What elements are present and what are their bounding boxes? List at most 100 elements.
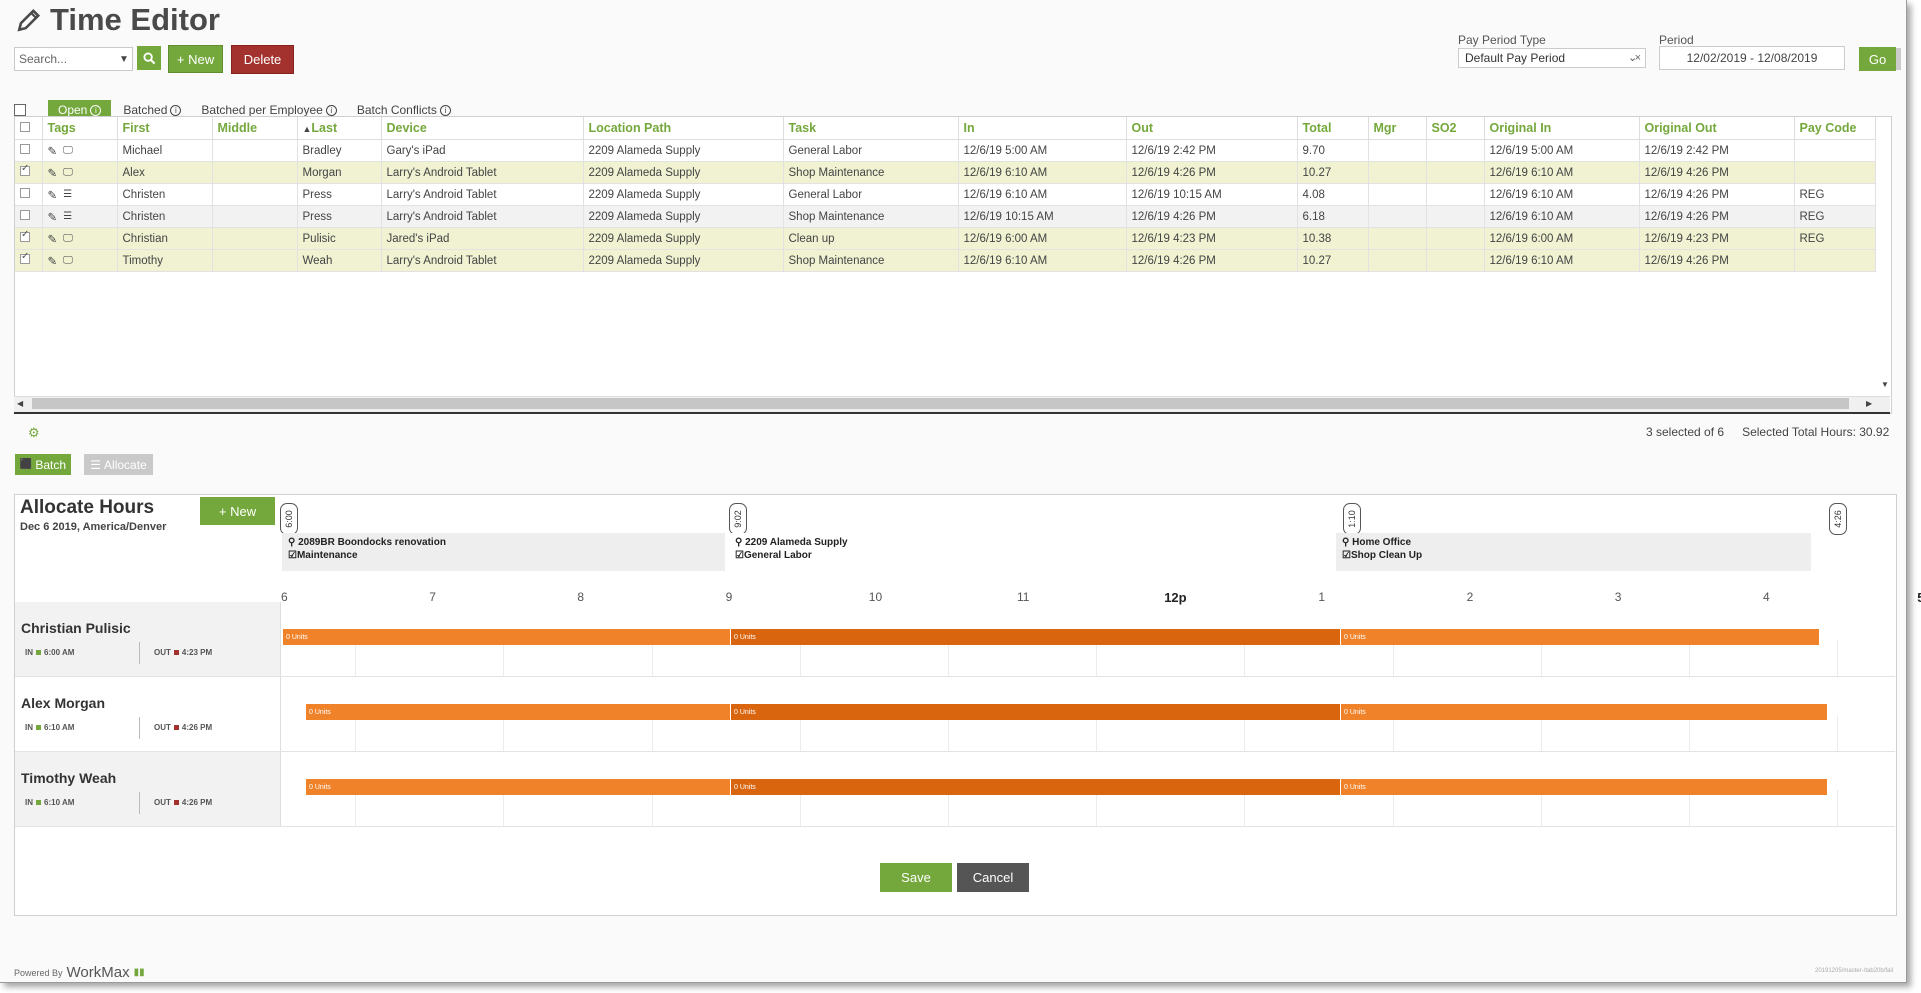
row-select-cell[interactable] — [15, 183, 43, 206]
row-select-cell[interactable] — [15, 227, 43, 250]
table-row[interactable]: ✎🖵TimothyWeahLarry's Android Tablet2209 … — [15, 249, 1876, 272]
location-pin-icon: ⚲ — [735, 537, 743, 548]
scrollbar-thumb[interactable] — [32, 398, 1849, 409]
column-header-so2[interactable]: SO2 — [1426, 117, 1485, 140]
column-header-mgr[interactable]: Mgr — [1368, 117, 1427, 140]
segment-card[interactable]: ⚲ 2089BR Boondocks renovation ☑Maintenan… — [282, 533, 725, 571]
clock-out: OUT 4:26 PM — [154, 798, 212, 807]
allocation-bar[interactable]: 0 Units — [306, 779, 730, 795]
scroll-left-icon[interactable]: ◀ — [17, 399, 23, 408]
go-button[interactable]: Go — [1859, 47, 1896, 71]
chevron-down-icon[interactable]: ⌄ — [1628, 51, 1637, 64]
allocation-bar[interactable]: 0 Units — [1341, 779, 1827, 795]
scroll-down-icon[interactable]: ▼ — [1881, 380, 1889, 389]
period-field[interactable]: 12/02/2019 - 12/08/2019 — [1659, 46, 1845, 70]
column-header-in[interactable]: In — [958, 117, 1127, 140]
allocation-bar[interactable]: 0 Units — [731, 704, 1340, 720]
pay-period-type-label: Pay Period Type — [1458, 33, 1546, 47]
row-checkbox[interactable] — [20, 251, 30, 264]
employee-row: Alex Morgan IN 6:10 AM OUT 4:26 PM 0 Units 0 U… — [15, 677, 1895, 752]
gear-icon[interactable]: ⚙ — [28, 425, 40, 441]
column-header-location-path[interactable]: Location Path — [583, 117, 784, 140]
time-marker[interactable]: 4:26 — [1829, 503, 1847, 535]
cell-out: 12/6/19 4:26 PM — [1126, 249, 1298, 272]
time-marker[interactable]: 1:10 — [1343, 503, 1361, 535]
column-header-tags[interactable]: Tags — [42, 117, 118, 140]
edit-icon[interactable]: ✎ — [48, 232, 58, 246]
delete-button[interactable]: Delete — [231, 45, 294, 74]
scroll-right-icon[interactable]: ▶ — [1866, 399, 1872, 408]
page-scrollbar[interactable] — [1896, 48, 1901, 70]
allocate-new-button[interactable]: + New — [200, 497, 275, 525]
allocation-icon: ☰ — [63, 211, 73, 222]
allocation-bar[interactable]: 0 Units — [1341, 704, 1827, 720]
column-header-original-out[interactable]: Original Out — [1639, 117, 1795, 140]
tags-cell: ✎ ☰ — [42, 205, 118, 228]
row-select-cell[interactable] — [15, 161, 43, 184]
table-row[interactable]: ✎🖵AlexMorganLarry's Android Tablet2209 A… — [15, 161, 1876, 184]
employee-info: Timothy Weah IN 6:10 AM OUT 4:26 PM — [15, 752, 281, 826]
column-header-first[interactable]: First — [117, 117, 213, 140]
column-header-pay-code[interactable]: Pay Code — [1794, 117, 1876, 140]
cell-out: 12/6/19 4:26 PM — [1126, 161, 1298, 184]
allocation-bar[interactable]: 0 Units — [731, 629, 1340, 645]
edit-icon[interactable]: ✎ — [48, 210, 58, 224]
row-select-cell[interactable] — [15, 139, 43, 162]
column-header-total[interactable]: Total — [1297, 117, 1369, 140]
column-header-last[interactable]: ▲Last — [297, 117, 382, 140]
edit-icon[interactable]: ✎ — [48, 188, 58, 202]
row-checkbox[interactable] — [20, 229, 30, 242]
select-all-header[interactable] — [15, 117, 43, 140]
table-row[interactable]: ✎ ☰ Christen Press Larry's Android Tablet 220… — [15, 183, 1876, 206]
cell-orig-out: 12/6/19 4:26 PM — [1639, 249, 1795, 272]
cell-first: Christian — [117, 227, 213, 250]
segment-card[interactable]: ⚲ Home Office ☑Shop Clean Up — [1336, 533, 1811, 571]
cell-pay-code: REG — [1794, 205, 1876, 228]
save-button[interactable]: Save — [880, 863, 952, 892]
cell-last: Weah — [297, 249, 382, 272]
column-header-out[interactable]: Out — [1126, 117, 1298, 140]
column-menu-icon[interactable] — [14, 104, 26, 116]
table-row[interactable]: ✎🖵ChristianPulisicJared's iPad2209 Alame… — [15, 227, 1876, 250]
time-marker[interactable]: 6:00 — [280, 503, 298, 535]
allocation-bar[interactable]: 0 Units — [1341, 629, 1819, 645]
edit-icon[interactable]: ✎ — [48, 166, 58, 180]
time-marker[interactable]: 9:02 — [729, 503, 747, 535]
row-select-cell[interactable] — [15, 205, 43, 228]
cell-orig-in: 12/6/19 5:00 AM — [1484, 139, 1640, 162]
new-button[interactable]: + New — [168, 45, 223, 73]
employee-name: Timothy Weah — [21, 770, 117, 786]
batch-button[interactable]: ⬛ Batch — [15, 454, 71, 475]
column-header-device[interactable]: Device — [381, 117, 584, 140]
segment-card[interactable]: ⚲ 2209 Alameda Supply ☑General Labor — [729, 533, 1339, 571]
cancel-button[interactable]: Cancel — [957, 863, 1029, 892]
segment-location-label: 2089BR Boondocks renovation — [298, 537, 446, 548]
cell-first: Alex — [117, 161, 213, 184]
column-header-task[interactable]: Task — [783, 117, 959, 140]
select-all-checkbox[interactable] — [20, 122, 30, 132]
column-header-original-in[interactable]: Original In — [1484, 117, 1640, 140]
cell-orig-in: 12/6/19 6:10 AM — [1484, 205, 1640, 228]
table-row[interactable]: ✎ ☰ Christen Press Larry's Android Tablet 220… — [15, 205, 1876, 228]
allocation-bar[interactable]: 0 Units — [306, 704, 730, 720]
row-checkbox[interactable] — [20, 144, 30, 154]
row-select-cell[interactable] — [15, 249, 43, 272]
column-header-middle[interactable]: Middle — [212, 117, 298, 140]
row-checkbox[interactable] — [20, 210, 30, 220]
search-dropdown[interactable]: Search... ▼ — [14, 47, 133, 71]
row-checkbox[interactable] — [20, 163, 30, 176]
tags-cell: ✎ 🖵 — [42, 227, 118, 250]
cell-last: Press — [297, 205, 382, 228]
allocate-button[interactable]: ☰ Allocate — [84, 454, 153, 475]
cell-total: 10.27 — [1297, 161, 1369, 184]
edit-icon[interactable]: ✎ — [48, 254, 58, 268]
cell-so2 — [1426, 205, 1485, 228]
allocation-bar[interactable]: 0 Units — [731, 779, 1340, 795]
allocation-bar[interactable]: 0 Units — [283, 629, 730, 645]
row-checkbox[interactable] — [20, 188, 30, 198]
search-button[interactable] — [137, 46, 161, 70]
pay-period-type-select[interactable]: Default Pay Period × — [1458, 48, 1646, 68]
batch-button-label: Batch — [35, 457, 67, 472]
edit-icon[interactable]: ✎ — [48, 144, 58, 158]
table-row[interactable]: ✎ 🖵 Michael Bradley Gary's iPad 2209 Alameda … — [15, 139, 1876, 162]
